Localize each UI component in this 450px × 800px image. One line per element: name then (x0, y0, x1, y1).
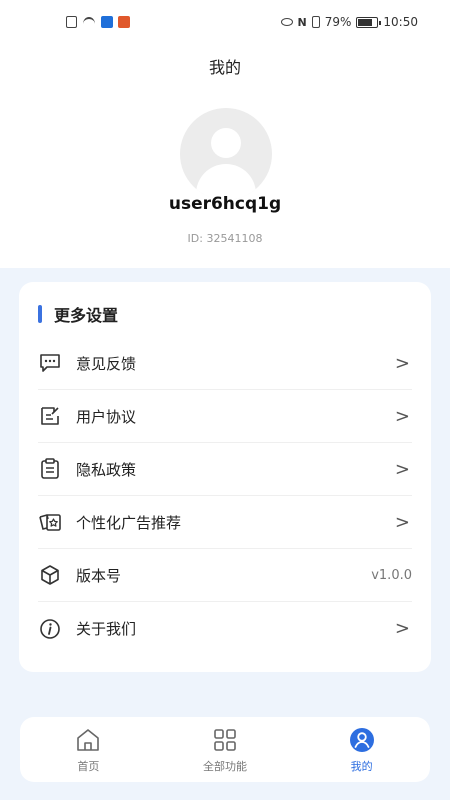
chevron-right-icon: > (394, 618, 410, 639)
settings-header: 更多设置 (38, 302, 118, 326)
user-id: ID: 32541108 (187, 232, 263, 245)
bottom-navigation: 首页 全部功能 我的 (20, 717, 430, 782)
menu-item-label: 隐私政策 (76, 460, 137, 479)
avatar[interactable] (180, 108, 272, 200)
menu-item-label: 意见反馈 (76, 354, 137, 373)
battery-percent: 79% (324, 15, 352, 29)
info-icon (38, 617, 62, 641)
settings-title: 更多设置 (54, 306, 119, 325)
nfc-icon: N (297, 15, 307, 29)
menu-item-label: 版本号 (76, 566, 122, 585)
clipboard-icon (38, 457, 62, 481)
edit-document-icon (38, 404, 62, 428)
menu-item-label: 个性化广告推荐 (76, 513, 182, 532)
status-bar-right: N 79% 10:50 (280, 15, 418, 29)
nav-label: 我的 (350, 759, 373, 773)
nav-item-mine[interactable]: 我的 (302, 726, 422, 774)
nav-item-all-functions[interactable]: 全部功能 (165, 726, 285, 774)
nav-label: 全部功能 (202, 759, 247, 773)
app-notification-icon (101, 16, 113, 28)
sim-icon (66, 16, 77, 28)
menu-item-label: 关于我们 (76, 620, 137, 638)
clock: 10:50 (383, 15, 418, 29)
nav-label: 首页 (77, 759, 100, 773)
eye-icon (280, 18, 293, 26)
menu-item-user-agreement[interactable]: 用户协议 > (38, 390, 412, 443)
version-value: v1.0.0 (371, 567, 412, 583)
home-icon (74, 726, 102, 754)
menu-item-personalized-ads[interactable]: 个性化广告推荐 > (38, 496, 412, 549)
chevron-right-icon: > (394, 405, 410, 427)
chevron-right-icon: > (394, 511, 410, 533)
wifi-icon (82, 17, 96, 27)
section-accent-bar (38, 305, 42, 323)
username: user6hcq1g (168, 194, 282, 214)
grid-icon (211, 726, 239, 754)
status-bar-left (66, 16, 130, 28)
status-bar: N 79% 10:50 (0, 0, 450, 44)
menu-item-privacy-policy[interactable]: 隐私政策 > (38, 443, 412, 496)
nav-item-home[interactable]: 首页 (28, 726, 148, 774)
cube-icon (38, 563, 62, 587)
menu-item-feedback[interactable]: 意见反馈 > (38, 337, 412, 390)
chevron-right-icon: > (394, 352, 410, 374)
chevron-right-icon: > (394, 458, 410, 480)
profile-icon (348, 726, 376, 754)
menu-item-label: 用户协议 (76, 407, 137, 426)
page-title: 我的 (208, 58, 241, 77)
battery-icon (356, 16, 382, 28)
settings-card: 更多设置 意见反馈 > 用户协议 > 隐私政策 > 个性化广告推荐 > 版本号 … (19, 282, 431, 672)
settings-menu: 意见反馈 > 用户协议 > 隐私政策 > 个性化广告推荐 > 版本号 v1.0.… (38, 337, 412, 655)
vibrate-icon (311, 16, 320, 28)
menu-item-version: 版本号 v1.0.0 (38, 549, 412, 602)
menu-item-about-us[interactable]: 关于我们 > (38, 602, 412, 655)
app-notification-icon-2 (118, 16, 130, 28)
cards-star-icon (38, 510, 62, 534)
message-icon (38, 351, 62, 375)
